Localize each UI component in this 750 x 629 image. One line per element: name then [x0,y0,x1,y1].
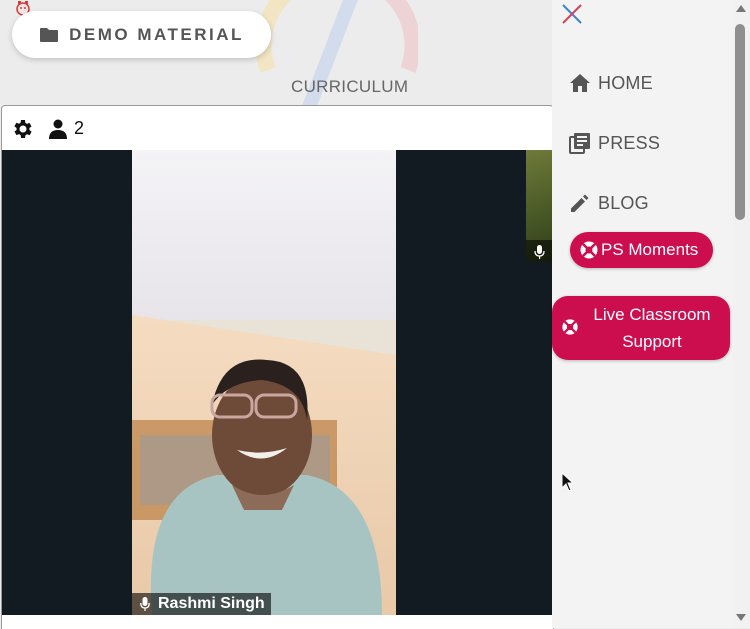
participant-name-tag: Rashmi Singh [132,593,271,615]
nav-blog[interactable]: BLOG [568,191,649,215]
scroll-down-arrow-icon[interactable] [736,614,746,621]
curriculum-link[interactable]: CURRICULUM [291,77,408,97]
ps-moments-button[interactable]: PS Moments [570,232,713,268]
participant-video-frame [132,150,396,615]
secondary-mic-indicator [526,240,553,262]
participants-icon[interactable] [49,119,67,139]
nav-press[interactable]: PRESS [568,131,660,155]
participant-name: Rashmi Singh [158,595,265,612]
close-icon[interactable] [560,2,584,26]
scrollbar-thumb[interactable] [735,24,745,220]
folder-icon [40,27,59,42]
settings-gear-icon[interactable] [11,117,35,141]
side-drawer: HOME PRESS BLOG PS Moments Live Classroo… [552,0,750,628]
lifebuoy-icon [580,241,598,259]
demo-material-label: DEMO MATERIAL [69,24,244,44]
demo-material-button[interactable]: DEMO MATERIAL [12,11,271,58]
meeting-bottom-bar [2,615,553,629]
nav-home[interactable]: HOME [568,72,653,94]
ps-moments-label: PS Moments [601,240,699,259]
home-icon [570,74,590,92]
video-stage: Rashmi Singh [2,150,553,615]
meeting-toolbar: 2 [2,106,553,150]
press-icon [569,133,590,154]
mouse-cursor-icon [561,472,575,492]
live-support-line2: Support [622,332,682,351]
participant-video-tile[interactable] [132,150,396,615]
scroll-up-arrow-icon[interactable] [736,5,746,12]
nav-home-label: HOME [598,72,653,93]
microphone-icon [140,597,150,611]
live-support-label: Live Classroom Support [582,301,722,355]
pencil-icon [571,194,589,212]
live-classroom-support-button[interactable]: Live Classroom Support [552,296,730,360]
secondary-video-tile[interactable] [526,150,553,262]
lifebuoy-icon [562,319,578,335]
live-support-line1: Live Classroom [593,305,711,324]
microphone-icon [534,245,545,259]
nav-blog-label: BLOG [598,192,649,213]
nav-press-label: PRESS [598,132,661,153]
video-meeting-panel: 2 Rashmi Singh [1,105,554,629]
participant-count: 2 [74,118,85,138]
